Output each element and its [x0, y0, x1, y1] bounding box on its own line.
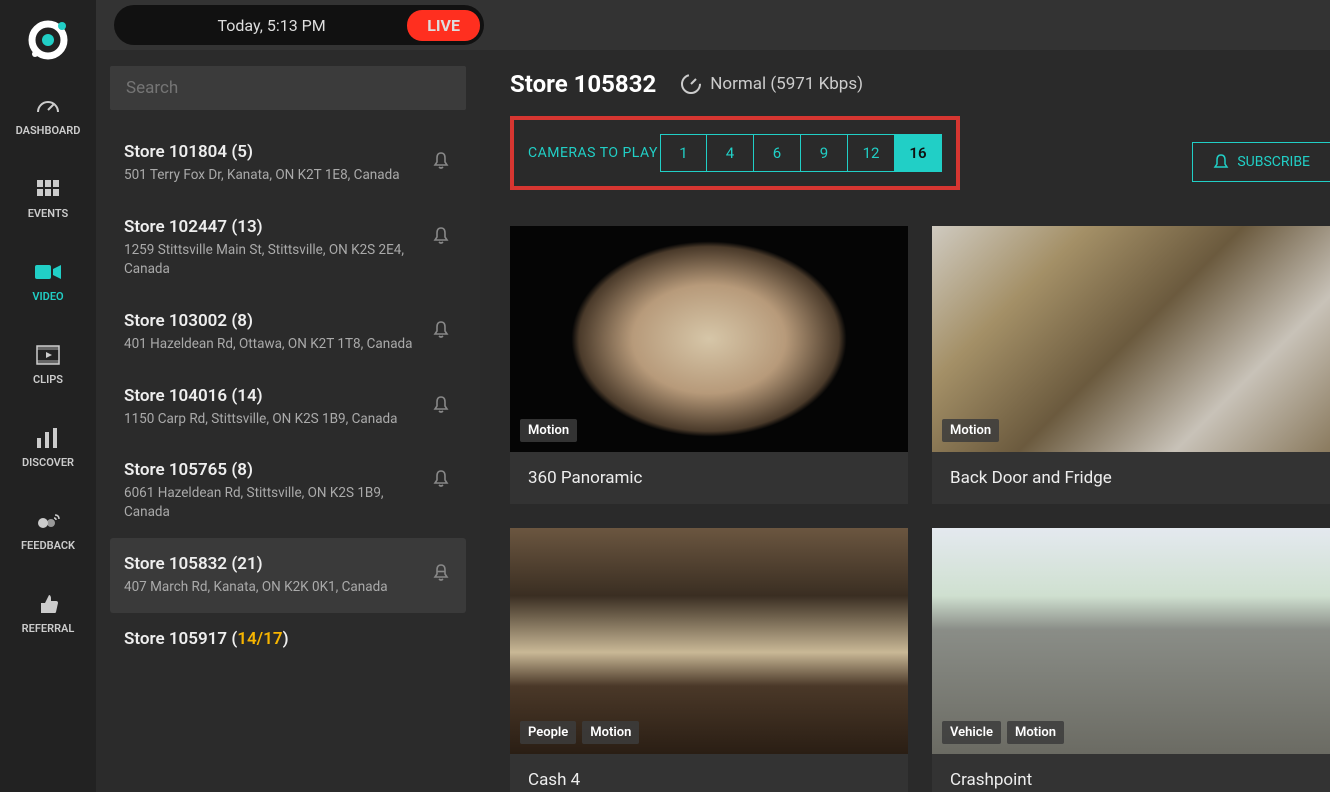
nav-referral[interactable]: REFERRAL — [22, 592, 75, 635]
nav-clips[interactable]: CLIPS — [33, 343, 63, 386]
nav-video[interactable]: VIDEO — [32, 260, 63, 303]
store-address: 407 March Rd, Kanata, ON K2K 0K1, Canada — [124, 578, 420, 597]
camera-option-4[interactable]: 4 — [707, 134, 754, 172]
connection-status: Normal (5971 Kbps) — [680, 73, 863, 95]
subscribe-label: SUBSCRIBE — [1237, 154, 1310, 170]
camera-label: Back Door and Fridge — [932, 452, 1330, 504]
store-address: 6061 Hazeldean Rd, Stittsville, ON K2S 1… — [124, 484, 420, 522]
store-item[interactable]: Store 103002 (8) 401 Hazeldean Rd, Ottawa… — [110, 295, 466, 370]
store-title: Store 103002 (8) — [124, 311, 420, 331]
camera-label: 360 Panoramic — [510, 452, 908, 504]
camera-thumbnail[interactable]: Vehicle Motion — [932, 528, 1330, 754]
camera-option-6[interactable]: 6 — [754, 134, 801, 172]
store-item[interactable]: Store 104016 (14) 1150 Carp Rd, Stittsvil… — [110, 370, 466, 445]
cameras-to-play-box: CAMERAS TO PLAY 14691216 — [510, 116, 960, 190]
store-title: Store 102447 (13) — [124, 217, 420, 237]
store-title: Store 104016 (14) — [124, 386, 420, 406]
nav-feedback[interactable]: FEEDBACK — [21, 509, 75, 552]
camera-label: Cash 4 — [510, 754, 908, 792]
bell-icon[interactable] — [430, 394, 452, 416]
camera-tile[interactable]: Vehicle Motion Crashpoint — [932, 528, 1330, 792]
camera-option-1[interactable]: 1 — [660, 134, 707, 172]
camera-thumbnail[interactable]: People Motion — [510, 528, 908, 754]
camera-tile[interactable]: Motion Back Door and Fridge — [932, 226, 1330, 504]
nav-label: VIDEO — [32, 290, 63, 303]
time-pill[interactable]: Today, 5:13 PM LIVE — [114, 5, 484, 45]
store-address: 1259 Stittsville Main St, Stittsville, O… — [124, 241, 420, 279]
bell-icon[interactable] — [430, 562, 452, 584]
page-title: Store 105832 — [510, 70, 656, 98]
store-title: Store 105832 (21) — [124, 554, 420, 574]
nav-label: EVENTS — [28, 207, 69, 220]
store-item[interactable]: Store 105765 (8) 6061 Hazeldean Rd, Stitt… — [110, 444, 466, 538]
camera-tile[interactable]: Motion 360 Panoramic — [510, 226, 908, 504]
video-icon — [34, 260, 62, 284]
stores-sidebar: Store 101804 (5) 501 Terry Fox Dr, Kanata… — [96, 50, 480, 792]
store-address: 501 Terry Fox Dr, Kanata, ON K2T 1E8, Ca… — [124, 166, 420, 185]
content-area: Store 105832 Normal (5971 Kbps) CAMERAS … — [480, 50, 1330, 792]
bars-icon — [34, 426, 62, 450]
camera-option-16[interactable]: 16 — [895, 134, 942, 172]
grid-icon — [34, 177, 62, 201]
bell-icon[interactable] — [430, 225, 452, 247]
detection-badge: Motion — [582, 721, 639, 744]
nav-discover[interactable]: DISCOVER — [22, 426, 74, 469]
camera-option-9[interactable]: 9 — [801, 134, 848, 172]
detection-badge: People — [520, 721, 576, 744]
live-badge: LIVE — [407, 10, 480, 41]
status-text: Normal (5971 Kbps) — [710, 74, 863, 94]
subscribe-button[interactable]: SUBSCRIBE — [1192, 142, 1330, 182]
nav-dashboard[interactable]: DASHBOARD — [16, 94, 81, 137]
store-item[interactable]: Store 105832 (21) 407 March Rd, Kanata, O… — [110, 538, 466, 613]
store-item[interactable]: Store 105917 (14/17) — [110, 613, 466, 669]
camera-count-options: 14691216 — [660, 134, 942, 172]
gauge-icon — [34, 94, 62, 118]
camera-option-12[interactable]: 12 — [848, 134, 895, 172]
camera-tile[interactable]: People Motion Cash 4 — [510, 528, 908, 792]
store-item[interactable]: Store 101804 (5) 501 Terry Fox Dr, Kanata… — [110, 126, 466, 201]
speed-icon — [680, 73, 702, 95]
store-title: Store 101804 (5) — [124, 142, 420, 162]
store-address: 401 Hazeldean Rd, Ottawa, ON K2T 1T8, Ca… — [124, 335, 420, 354]
left-nav: DASHBOARD EVENTS VIDEO CLIPS DISCOVER FE… — [0, 0, 96, 792]
nav-label: CLIPS — [33, 373, 63, 386]
store-address: 1150 Carp Rd, Stittsville, ON K2S 1B9, C… — [124, 410, 420, 429]
bell-icon[interactable] — [430, 468, 452, 490]
store-title: Store 105917 (14/17) — [124, 629, 442, 649]
topbar: Today, 5:13 PM LIVE — [96, 0, 1330, 50]
detection-badge: Motion — [942, 419, 999, 442]
time-text: Today, 5:13 PM — [217, 16, 325, 35]
thumb-up-icon — [34, 592, 62, 616]
nav-label: FEEDBACK — [21, 539, 75, 552]
camera-thumbnail[interactable]: Motion — [932, 226, 1330, 452]
detection-badge: Motion — [1007, 721, 1064, 744]
bell-icon[interactable] — [430, 150, 452, 172]
detection-badge: Motion — [520, 419, 577, 442]
store-item[interactable]: Store 102447 (13) 1259 Stittsville Main S… — [110, 201, 466, 295]
camera-thumbnail[interactable]: Motion — [510, 226, 908, 452]
film-icon — [34, 343, 62, 367]
camera-label: Crashpoint — [932, 754, 1330, 792]
nav-label: DASHBOARD — [16, 124, 81, 137]
app-logo — [26, 18, 70, 62]
cameras-label: CAMERAS TO PLAY — [528, 145, 658, 161]
bell-icon[interactable] — [430, 319, 452, 341]
feedback-icon — [34, 509, 62, 533]
store-title: Store 105765 (8) — [124, 460, 420, 480]
nav-label: REFERRAL — [22, 622, 75, 635]
nav-events[interactable]: EVENTS — [28, 177, 69, 220]
detection-badge: Vehicle — [942, 721, 1001, 744]
search-input[interactable] — [110, 66, 466, 110]
nav-label: DISCOVER — [22, 456, 74, 469]
bell-icon — [1213, 153, 1229, 171]
